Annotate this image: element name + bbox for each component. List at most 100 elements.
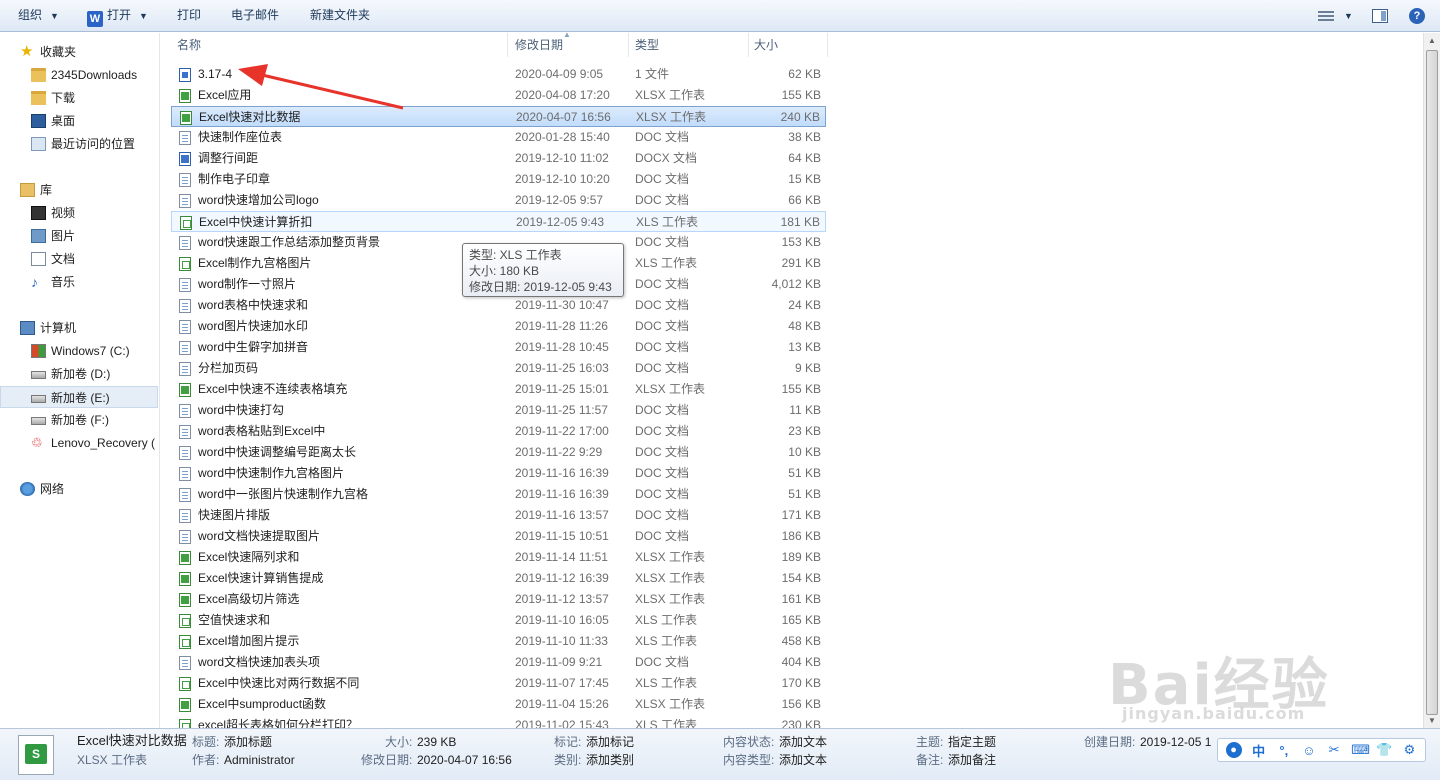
file-size: 458 KB bbox=[781, 634, 821, 648]
preview-pane-button[interactable] bbox=[1372, 0, 1388, 31]
email-button[interactable]: 电子邮件 bbox=[225, 0, 285, 31]
file-date: 2019-11-22 9:29 bbox=[515, 445, 603, 459]
nav-documents[interactable]: 文档 bbox=[0, 248, 158, 270]
nav-recent-places[interactable]: 最近访问的位置 bbox=[0, 133, 158, 155]
file-row[interactable]: word中快速调整编号距离太长 2019-11-22 9:29 DOC 文档 10 K… bbox=[171, 442, 826, 463]
file-row[interactable]: Excel中快速比对两行数据不同 2019-11-07 17:45 XLS 工作表 1… bbox=[171, 673, 826, 694]
ime-logo-icon[interactable]: ● bbox=[1225, 742, 1242, 758]
details-modified-value: 2020-04-07 16:56 bbox=[417, 753, 512, 767]
scroll-up-icon[interactable]: ▲ bbox=[1428, 36, 1436, 45]
nav-computer[interactable]: 计算机 bbox=[0, 317, 158, 339]
ime-keyboard-icon[interactable]: ⌨ bbox=[1351, 742, 1370, 758]
file-date: 2019-11-10 16:05 bbox=[515, 613, 609, 627]
file-row[interactable]: word快速增加公司logo 2019-12-05 9:57 DOC 文档 66 KB bbox=[171, 190, 826, 211]
vertical-scrollbar[interactable]: ▲ ▼ bbox=[1423, 33, 1440, 728]
details-subject-value[interactable]: 指定主题 bbox=[948, 733, 996, 751]
ime-settings-icon[interactable]: ⚙ bbox=[1401, 742, 1417, 758]
file-row[interactable]: Excel快速计算销售提成 2019-11-12 16:39 XLSX 工作表 154… bbox=[171, 568, 826, 589]
xlsx-file-icon bbox=[179, 593, 191, 607]
print-button[interactable]: 打印 bbox=[171, 0, 207, 31]
file-row[interactable]: 调整行间距 2019-12-10 11:02 DOCX 文档 64 KB bbox=[171, 148, 826, 169]
nav-label: 桌面 bbox=[51, 114, 76, 128]
file-size: 165 KB bbox=[781, 613, 821, 627]
file-date: 2019-11-09 9:21 bbox=[515, 655, 603, 669]
nav-desktop[interactable]: 桌面 bbox=[0, 110, 158, 132]
scroll-down-icon[interactable]: ▼ bbox=[1428, 716, 1436, 725]
file-row[interactable]: word中快速打勾 2019-11-25 11:57 DOC 文档 11 KB bbox=[171, 400, 826, 421]
file-row[interactable]: Excel中快速计算折扣 2019-12-05 9:43 XLS 工作表 181 KB bbox=[171, 211, 826, 232]
file-row[interactable]: 快速制作座位表 2020-01-28 15:40 DOC 文档 38 KB bbox=[171, 127, 826, 148]
file-name: 3.17-4 bbox=[198, 67, 233, 81]
details-category-value[interactable]: 添加类别 bbox=[586, 751, 634, 769]
column-header-size[interactable]: 大小 bbox=[738, 33, 828, 57]
file-row[interactable]: 分栏加页码 2019-11-25 16:03 DOC 文档 9 KB bbox=[171, 358, 826, 379]
organize-button[interactable]: 组织 ▼ bbox=[12, 0, 65, 31]
details-size-value: 239 KB bbox=[417, 735, 457, 749]
file-type: XLSX 工作表 bbox=[635, 571, 706, 585]
file-row[interactable]: word文档快速加表头项 2019-11-09 9:21 DOC 文档 404 KB bbox=[171, 652, 826, 673]
file-row[interactable]: Excel中sumproduct函数 2019-11-04 15:26 XLSX 工… bbox=[171, 694, 826, 715]
xlsx-file-icon bbox=[179, 383, 191, 397]
details-content-type-value[interactable]: 添加文本 bbox=[779, 751, 827, 769]
watermark-url: jingyan.baidu.com bbox=[1122, 704, 1306, 723]
drive-icon bbox=[31, 417, 46, 425]
file-row[interactable]: 3.17-4 2020-04-09 9:05 1 文件 62 KB bbox=[171, 64, 826, 85]
ime-emoji-icon[interactable]: ☺ bbox=[1301, 743, 1317, 758]
file-row[interactable]: word表格粘贴到Excel中 2019-11-22 17:00 DOC 文档 23 … bbox=[171, 421, 826, 442]
new-folder-button[interactable]: 新建文件夹 bbox=[304, 0, 376, 31]
open-label: 打开 bbox=[107, 8, 132, 22]
ime-screenshot-icon[interactable]: ✂ bbox=[1326, 742, 1342, 758]
file-row[interactable]: Excel增加图片提示 2019-11-10 11:33 XLS 工作表 458 KB bbox=[171, 631, 826, 652]
file-row[interactable]: 制作电子印章 2019-12-10 10:20 DOC 文档 15 KB bbox=[171, 169, 826, 190]
file-row[interactable]: word文档快速提取图片 2019-11-15 10:51 DOC 文档 186 KB bbox=[171, 526, 826, 547]
nav-network[interactable]: 网络 bbox=[0, 478, 158, 500]
document-icon bbox=[31, 252, 46, 266]
scrollbar-thumb[interactable] bbox=[1426, 50, 1438, 715]
file-row[interactable]: word表格中快速求和 2019-11-30 10:47 DOC 文档 24 KB bbox=[171, 295, 826, 316]
nav-downloads[interactable]: 下载 bbox=[0, 87, 158, 109]
details-comments-value[interactable]: 添加备注 bbox=[948, 751, 996, 769]
nav-pictures[interactable]: 图片 bbox=[0, 225, 158, 247]
file-row[interactable]: word图片快速加水印 2019-11-28 11:26 DOC 文档 48 KB bbox=[171, 316, 826, 337]
nav-lenovo-recovery[interactable]: ♲ Lenovo_Recovery ( bbox=[0, 432, 158, 454]
file-row[interactable]: word中生僻字加拼音 2019-11-28 10:45 DOC 文档 13 KB bbox=[171, 337, 826, 358]
ime-skin-icon[interactable]: 👕 bbox=[1376, 742, 1392, 758]
ime-punctuation-icon[interactable]: °, bbox=[1276, 743, 1292, 758]
file-row[interactable]: 空值快速求和 2019-11-10 16:05 XLS 工作表 165 KB bbox=[171, 610, 826, 631]
help-button[interactable]: ? bbox=[1409, 0, 1425, 31]
column-header-name[interactable]: 名称 bbox=[161, 33, 508, 57]
file-row[interactable]: 快速图片排版 2019-11-16 13:57 DOC 文档 171 KB bbox=[171, 505, 826, 526]
nav-drive-d[interactable]: 新加卷 (D:) bbox=[0, 363, 158, 385]
nav-label: 计算机 bbox=[40, 321, 77, 335]
details-title-value[interactable]: 添加标题 bbox=[224, 733, 272, 751]
open-button[interactable]: W 打开 ▼ bbox=[81, 0, 154, 31]
file-type: DOC 文档 bbox=[635, 508, 690, 522]
file-row[interactable]: Excel中快速不连续表格填充 2019-11-25 15:01 XLSX 工作表 1… bbox=[171, 379, 826, 400]
nav-2345downloads[interactable]: 2345Downloads bbox=[0, 64, 158, 86]
column-header-type[interactable]: 类型 bbox=[619, 33, 749, 57]
nav-libraries[interactable]: 库 bbox=[0, 179, 158, 201]
nav-drive-e[interactable]: 新加卷 (E:) bbox=[0, 386, 158, 408]
file-type: DOC 文档 bbox=[635, 424, 690, 438]
file-type: DOC 文档 bbox=[635, 319, 690, 333]
details-tags-value[interactable]: 添加标记 bbox=[586, 733, 634, 751]
nav-music[interactable]: ♪ 音乐 bbox=[0, 271, 158, 293]
nav-favorites[interactable]: ★ 收藏夹 bbox=[0, 41, 158, 63]
file-row[interactable]: word中一张图片快速制作九宫格 2019-11-16 16:39 DOC 文档 51… bbox=[171, 484, 826, 505]
file-row[interactable]: Excel快速隔列求和 2019-11-14 11:51 XLSX 工作表 189 K… bbox=[171, 547, 826, 568]
nav-videos[interactable]: 视频 bbox=[0, 202, 158, 224]
file-date: 2019-11-28 11:26 bbox=[515, 319, 608, 333]
details-content-status-value[interactable]: 添加文本 bbox=[779, 733, 827, 751]
nav-drive-f[interactable]: 新加卷 (F:) bbox=[0, 409, 158, 431]
nav-drive-c[interactable]: Windows7 (C:) bbox=[0, 340, 158, 362]
nav-label: 最近访问的位置 bbox=[51, 137, 136, 151]
file-row[interactable]: Excel高级切片筛选 2019-11-12 13:57 XLSX 工作表 161 K… bbox=[171, 589, 826, 610]
change-view-button[interactable]: ▼ bbox=[1318, 0, 1353, 31]
file-row[interactable]: word中快速制作九宫格图片 2019-11-16 16:39 DOC 文档 51 K… bbox=[171, 463, 826, 484]
file-row[interactable]: Excel应用 2020-04-08 17:20 XLSX 工作表 155 KB bbox=[171, 85, 826, 106]
nav-label: 2345Downloads bbox=[51, 68, 138, 82]
file-row[interactable]: Excel快速对比数据 2020-04-07 16:56 XLSX 工作表 240 K… bbox=[171, 106, 826, 127]
ime-chinese-mode-icon[interactable]: 中 bbox=[1251, 741, 1267, 760]
details-author-value[interactable]: Administrator bbox=[224, 751, 295, 769]
column-header-date[interactable]: 修改日期 bbox=[499, 33, 629, 57]
